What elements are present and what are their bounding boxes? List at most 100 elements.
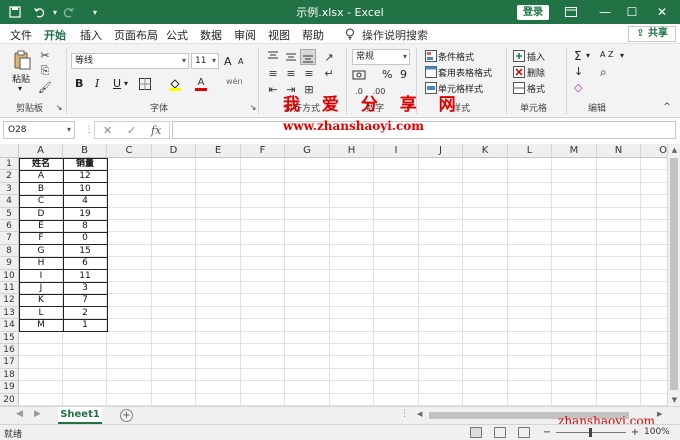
row-header-6[interactable]: 6 xyxy=(0,220,19,233)
scroll-up-icon[interactable]: ▲ xyxy=(668,144,680,156)
worksheet-grid[interactable]: A B C D E F G H I J K L M N O 1 2 3 4 5 6 7 8 9 10 11 12 13 14 15 16 17… xyxy=(0,144,667,406)
row-header-2[interactable]: 2 xyxy=(0,170,19,183)
tab-page-layout[interactable]: 页面布局 xyxy=(114,27,158,43)
delete-cells-icon[interactable] xyxy=(512,65,526,79)
find-select-button[interactable]: ⌕ xyxy=(600,65,607,80)
column-header-d[interactable]: D xyxy=(152,144,196,158)
table-cell[interactable]: I xyxy=(19,270,63,282)
format-cells-icon[interactable] xyxy=(512,81,526,95)
share-button[interactable]: ⇪ 共享 xyxy=(628,26,676,42)
scroll-down-icon[interactable]: ▼ xyxy=(668,394,680,406)
clear-button[interactable]: ◇ xyxy=(574,81,582,94)
align-center-icon[interactable]: ≡ xyxy=(284,66,298,80)
select-all-corner[interactable] xyxy=(0,144,19,158)
align-right-icon[interactable]: ≡ xyxy=(302,66,316,80)
table-cell[interactable]: 0 xyxy=(63,232,107,244)
number-format-combo[interactable]: 常规 ▾ xyxy=(352,49,410,65)
column-header-c[interactable]: C xyxy=(107,144,152,158)
table-cell[interactable]: M xyxy=(19,319,63,331)
row-header-11[interactable]: 11 xyxy=(0,282,19,295)
redo-icon[interactable] xyxy=(60,3,78,21)
paste-icon[interactable] xyxy=(12,50,32,70)
column-header-f[interactable]: F xyxy=(241,144,285,158)
format-cells-label[interactable]: 格式 xyxy=(527,82,545,95)
tab-file[interactable]: 文件 xyxy=(10,27,32,43)
table-cell[interactable]: 11 xyxy=(63,270,107,282)
next-sheet-icon[interactable]: ▶ xyxy=(34,409,41,419)
fill-button[interactable]: ↓ xyxy=(574,65,583,78)
underline-dropdown-icon[interactable]: ▾ xyxy=(124,79,128,88)
column-header-j[interactable]: J xyxy=(419,144,463,158)
delete-cells-label[interactable]: 删除 xyxy=(527,66,545,79)
decrease-indent-icon[interactable]: ⇤ xyxy=(266,82,280,96)
format-as-table-label[interactable]: 套用表格格式 xyxy=(438,66,492,79)
row-header-15[interactable]: 15 xyxy=(0,331,19,344)
align-left-icon[interactable]: ≡ xyxy=(266,66,280,80)
row-header-18[interactable]: 18 xyxy=(0,368,19,382)
zoom-level[interactable]: 100% xyxy=(644,427,670,437)
column-header-a[interactable]: A xyxy=(19,144,63,158)
page-break-view-button[interactable] xyxy=(518,427,530,438)
table-cell[interactable]: 4 xyxy=(63,195,107,207)
header-cell[interactable]: 销量 xyxy=(63,158,107,170)
grow-font-button[interactable]: A xyxy=(224,55,232,68)
conditional-format-label[interactable]: 条件格式 xyxy=(438,50,474,63)
row-header-8[interactable]: 8 xyxy=(0,244,19,258)
save-icon[interactable] xyxy=(6,3,24,21)
table-cell[interactable]: E xyxy=(19,220,63,232)
table-cell[interactable]: 8 xyxy=(63,220,107,232)
tab-formulas[interactable]: 公式 xyxy=(166,27,188,43)
table-cell[interactable]: 6 xyxy=(63,257,107,269)
accounting-format-icon[interactable] xyxy=(352,68,366,82)
borders-icon[interactable] xyxy=(138,77,152,91)
cancel-entry-icon[interactable]: ✕ xyxy=(103,124,112,137)
clipboard-launcher-icon[interactable]: ↘ xyxy=(52,100,66,114)
font-name-combo[interactable]: 等线 ▾ xyxy=(71,53,189,69)
sheet-tab-sheet1[interactable]: Sheet1 xyxy=(58,407,102,424)
zoom-out-icon[interactable]: − xyxy=(540,425,554,439)
table-cell[interactable]: J xyxy=(19,282,63,294)
align-top-icon[interactable] xyxy=(266,50,280,64)
table-cell[interactable]: 1 xyxy=(63,319,107,331)
row-header-10[interactable]: 10 xyxy=(0,269,19,282)
row-header-16[interactable]: 16 xyxy=(0,344,19,357)
autosum-button[interactable]: Σ xyxy=(574,49,582,63)
cut-icon[interactable]: ✂ xyxy=(38,48,52,62)
tab-insert[interactable]: 插入 xyxy=(80,27,102,43)
vertical-scrollbar[interactable]: ▲ ▼ xyxy=(667,144,680,406)
table-cell[interactable]: 3 xyxy=(63,282,107,294)
tell-me-search[interactable]: 操作说明搜索 xyxy=(362,27,428,43)
copy-icon[interactable]: ⎘ xyxy=(38,64,52,78)
row-header-14[interactable]: 14 xyxy=(0,319,19,332)
login-button[interactable]: 登录 xyxy=(517,5,549,20)
table-cell[interactable]: A xyxy=(19,170,63,182)
row-header-20[interactable]: 20 xyxy=(0,393,19,406)
table-cell[interactable]: C xyxy=(19,195,63,207)
maximize-button[interactable]: ☐ xyxy=(621,2,643,22)
table-cell[interactable]: 19 xyxy=(63,208,107,220)
confirm-entry-icon[interactable]: ✓ xyxy=(127,124,136,137)
underline-button[interactable]: U xyxy=(113,77,121,90)
ribbon-display-icon[interactable] xyxy=(560,2,582,22)
zoom-in-icon[interactable]: + xyxy=(628,425,642,439)
row-header-3[interactable]: 3 xyxy=(0,182,19,196)
sort-dropdown-icon[interactable]: ▾ xyxy=(620,51,624,60)
table-cell[interactable]: 12 xyxy=(63,170,107,182)
format-painter-icon[interactable]: 🖌 xyxy=(38,80,52,94)
shrink-font-button[interactable]: A xyxy=(238,57,243,66)
conditional-format-icon[interactable] xyxy=(424,49,438,63)
name-box[interactable]: O28 ▾ xyxy=(3,121,75,139)
wrap-text-icon[interactable]: ↵ xyxy=(322,66,336,80)
paste-dropdown-icon[interactable]: ▾ xyxy=(18,84,22,93)
tab-view[interactable]: 视图 xyxy=(268,27,290,43)
table-cell[interactable]: K xyxy=(19,294,63,306)
table-cell[interactable]: 15 xyxy=(63,245,107,257)
autosum-dropdown-icon[interactable]: ▾ xyxy=(586,51,590,60)
page-layout-view-button[interactable] xyxy=(494,427,506,438)
normal-view-button[interactable] xyxy=(470,427,482,438)
vertical-scroll-thumb[interactable] xyxy=(670,158,678,390)
column-header-l[interactable]: L xyxy=(508,144,552,158)
row-header-19[interactable]: 19 xyxy=(0,381,19,394)
comma-style-button[interactable]: 9 xyxy=(400,68,407,81)
font-size-combo[interactable]: 11 ▾ xyxy=(191,53,219,69)
